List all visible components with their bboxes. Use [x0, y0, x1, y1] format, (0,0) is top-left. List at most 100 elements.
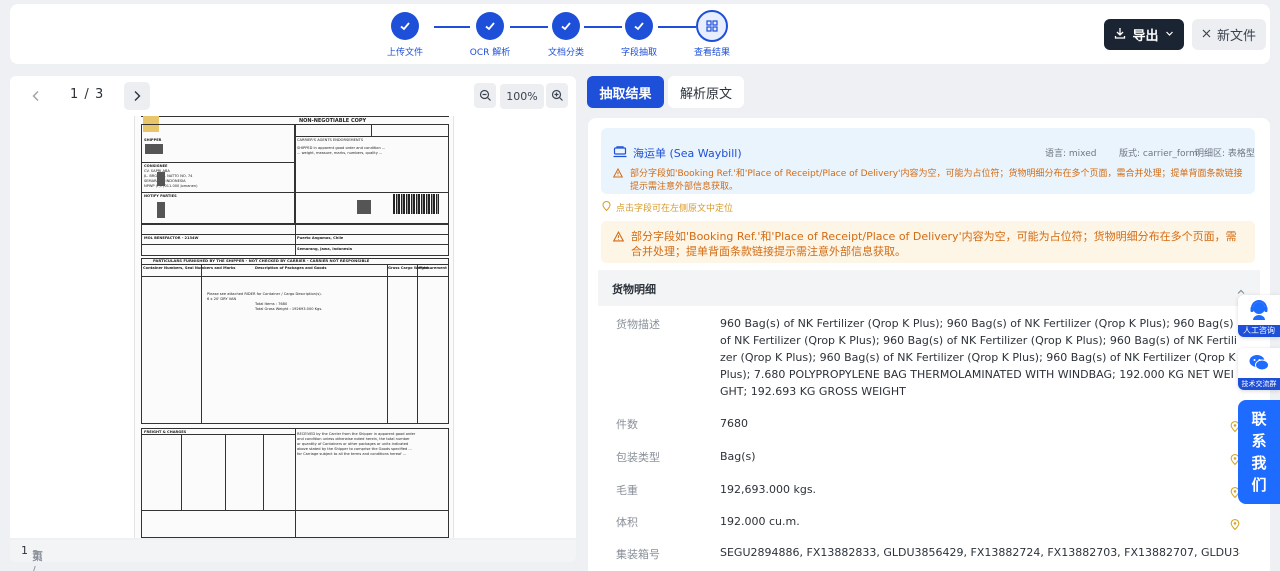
document-page[interactable]: NON-NEGOTIABLE COPY SHIPPER CONSIGNEE CV… [134, 116, 454, 538]
field-value: 192,693.000 kgs. [720, 483, 817, 496]
page-footer: 第 1 页 / 共 3 页 [10, 540, 576, 571]
detail-meta: 明细区: 表格型 [1195, 149, 1255, 159]
step-extract[interactable]: 字段抽取 [601, 12, 677, 58]
step-label: 文档分类 [547, 48, 584, 58]
top-bar: 上传文件 OCR 解析 文档分类 字段抽取 查看结果 导出 新文件 [10, 4, 1270, 64]
page-indicator: 1 / 3 [70, 87, 104, 102]
export-button[interactable]: 导出 [1104, 19, 1184, 50]
warning-box-text: 部分字段如'Booking Ref.'和'Place of Receipt/Pl… [631, 230, 1237, 258]
doc-type-title: 海运单 (Sea Waybill) [613, 145, 742, 161]
wechat-icon [1248, 353, 1270, 377]
download-icon [1114, 27, 1126, 43]
step-label: 上传文件 [386, 48, 423, 58]
doc-col-marks: Container Numbers, Seal Numbers and Mark… [143, 266, 236, 270]
agent-consult-label: 人工咨询 [1238, 325, 1280, 337]
step-results[interactable]: 查看结果 [674, 10, 750, 58]
location-pin-icon[interactable] [1230, 515, 1240, 534]
ship-icon [613, 145, 627, 161]
doc-shipper: SHIPPER [144, 138, 162, 142]
warning-icon [612, 167, 624, 194]
step-label: OCR 解析 [469, 48, 511, 58]
field-key: 货物描述 [616, 318, 660, 331]
doc-col-measure: Measurement [419, 266, 447, 270]
contact-char: 我 [1251, 454, 1267, 472]
particulars-block [141, 258, 449, 424]
doc-text: JL. BRGLE ... NATTO NO. 74 [144, 174, 193, 178]
barcode [393, 194, 439, 214]
page-total: 3 [94, 87, 105, 102]
page-current: 1 [70, 87, 80, 102]
zoom-in-button[interactable] [546, 83, 568, 108]
section-title: 货物明细 [612, 283, 656, 296]
field-key: 体积 [616, 516, 638, 529]
step-label: 查看结果 [693, 48, 730, 58]
field-key: 件数 [616, 418, 638, 431]
doc-col-desc: Description of Packages and Goods [255, 266, 327, 270]
viewer-toolbar: 1 / 3 100% [10, 76, 576, 116]
field-value: Bag(s) [720, 450, 756, 463]
locate-hint: 点击字段可在左侧原文中定位 [602, 201, 733, 214]
new-file-label: 新文件 [1216, 29, 1256, 44]
tech-group-widget[interactable]: 技术交流群 [1238, 348, 1280, 390]
step-ocr[interactable]: OCR 解析 [452, 12, 528, 58]
footer-suffix: 页 [32, 550, 43, 563]
agent-consult-widget[interactable]: 人工咨询 [1238, 295, 1280, 337]
chevron-down-icon [1165, 27, 1174, 42]
document-viewer[interactable]: NON-NEGOTIABLE COPY SHIPPER CONSIGNEE CV… [10, 116, 576, 538]
page-footer-text: 第 1 页 / 共 3 页 [21, 544, 43, 571]
section-goods-header[interactable]: 货物明细 [598, 270, 1260, 306]
doc-discharge-port: Semarang, Jawa, Indonesia [297, 247, 352, 251]
field-key: 毛重 [616, 484, 638, 497]
doc-heading: NON-NEGOTIABLE COPY [299, 118, 367, 124]
tech-group-label: 技术交流群 [1238, 378, 1280, 390]
contact-char: 联 [1251, 410, 1267, 428]
zoom-level: 100% [500, 84, 544, 109]
doc-particulars: PARTICULARS FURNISHED BY THE SHIPPER - N… [153, 258, 370, 263]
export-label: 导出 [1132, 29, 1159, 44]
doc-text: Please see attached RIDER for Container … [207, 292, 322, 296]
warning-icon [612, 229, 625, 259]
field-key: 集装箱号 [616, 548, 660, 561]
location-pin-icon [602, 201, 611, 214]
info-warning: 部分字段如'Booking Ref.'和'Place of Receipt/Pl… [612, 167, 1243, 194]
doc-text: 6 x 20' DRY VAN [207, 297, 237, 301]
grid-icon [696, 10, 728, 42]
check-icon [552, 12, 580, 40]
tab-parse-source[interactable]: 解析原文 [668, 76, 744, 108]
field-value: 7680 [720, 417, 748, 430]
check-icon [625, 12, 653, 40]
doc-vessel: MOL BENEFACTOR - 2134W [144, 236, 199, 240]
new-file-button[interactable]: 新文件 [1192, 19, 1266, 50]
doc-text: Total Gross Weight : 192693.000 Kgs. [255, 307, 323, 311]
next-page-button[interactable] [124, 82, 150, 110]
info-warning-text: 部分字段如'Booking Ref.'和'Place of Receipt/Pl… [630, 169, 1243, 192]
step-classify[interactable]: 文档分类 [528, 12, 604, 58]
close-icon [1202, 27, 1211, 42]
field-value: 192.000 cu.m. [720, 515, 800, 528]
contact-us-button[interactable]: 联 系 我 们 [1238, 400, 1280, 504]
prev-page-button[interactable] [24, 83, 48, 109]
contact-char: 们 [1251, 476, 1267, 494]
doc-type-label: 海运单 (Sea Waybill) [633, 147, 742, 160]
tab-extract-results[interactable]: 抽取结果 [587, 76, 664, 108]
footer-current: 1 [21, 544, 28, 557]
language-meta: 语言: mixed [1045, 149, 1097, 159]
document-info-card: 海运单 (Sea Waybill) 语言: mixed 版式: carrier_… [601, 128, 1255, 194]
warning-box: 部分字段如'Booking Ref.'和'Place of Receipt/Pl… [601, 221, 1255, 263]
results-panel: 海运单 (Sea Waybill) 语言: mixed 版式: carrier_… [588, 118, 1270, 571]
doc-text: NPWP (P): (011.000 Jomanen) [144, 184, 198, 188]
step-label: 字段抽取 [620, 48, 657, 58]
step-upload[interactable]: 上传文件 [367, 12, 443, 58]
check-icon [391, 12, 419, 40]
doc-notify: NOTIFY PARTIES [144, 194, 177, 198]
customer-service-icon [1248, 299, 1270, 325]
doc-loading-port: Puerto Angamos, Chile [297, 236, 344, 240]
doc-text: Total Items : 7680 [255, 302, 288, 306]
zoom-out-button[interactable] [474, 83, 496, 108]
locate-hint-text: 点击字段可在左侧原文中定位 [616, 204, 734, 214]
field-value: SEGU2894886, FX13882833, GLDU3856429, FX… [720, 546, 1240, 559]
contact-char: 系 [1251, 432, 1267, 450]
doc-consignee: CONSIGNEE [144, 164, 168, 168]
page-separator: / [84, 87, 90, 102]
check-icon [476, 12, 504, 40]
